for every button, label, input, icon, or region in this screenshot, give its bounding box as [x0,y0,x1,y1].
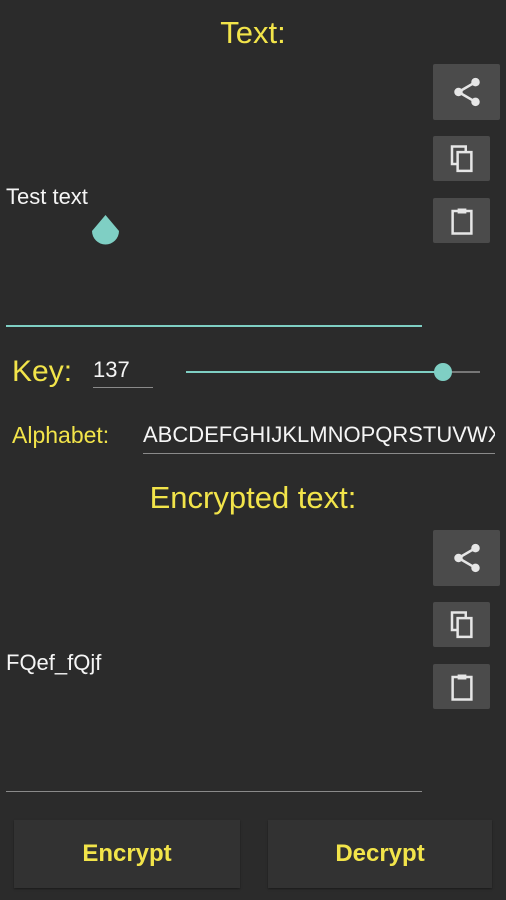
caesar-cipher-screen: Text: Test text Key: 137 Alphabet: ABCDE [0,0,506,900]
share-text-button[interactable] [433,64,500,120]
share-icon [453,543,480,573]
encrypted-section-title: Encrypted text: [149,480,357,515]
paste-icon [450,208,473,235]
paste-icon [450,674,473,701]
key-slider-thumb[interactable] [434,363,452,381]
copy-icon [450,144,473,172]
share-encrypted-button[interactable] [433,530,500,586]
encrypted-text-output[interactable]: FQef_fQjf [6,650,101,676]
encrypt-button[interactable]: Encrypt [14,820,240,888]
alphabet-label: Alphabet: [12,422,110,448]
alphabet-input[interactable]: ABCDEFGHIJKLMNOPQRSTUVWXYZabcdefghijklmn… [143,422,495,454]
paste-text-button[interactable] [433,198,490,243]
key-slider[interactable] [186,360,480,384]
key-slider-fill [186,371,443,373]
share-icon [453,77,480,107]
copy-icon [450,610,473,638]
text-section-title: Text: [220,15,286,50]
key-input[interactable]: 137 [93,357,153,388]
key-label: Key: [12,355,73,388]
source-text-input[interactable]: Test text [6,184,88,210]
copy-text-button[interactable] [433,136,490,181]
decrypt-button[interactable]: Decrypt [268,820,492,888]
source-text-underline [6,325,422,327]
copy-encrypted-button[interactable] [433,602,490,647]
paste-encrypted-button[interactable] [433,664,490,709]
encrypted-text-underline [6,791,422,792]
text-cursor-handle[interactable] [91,215,120,248]
